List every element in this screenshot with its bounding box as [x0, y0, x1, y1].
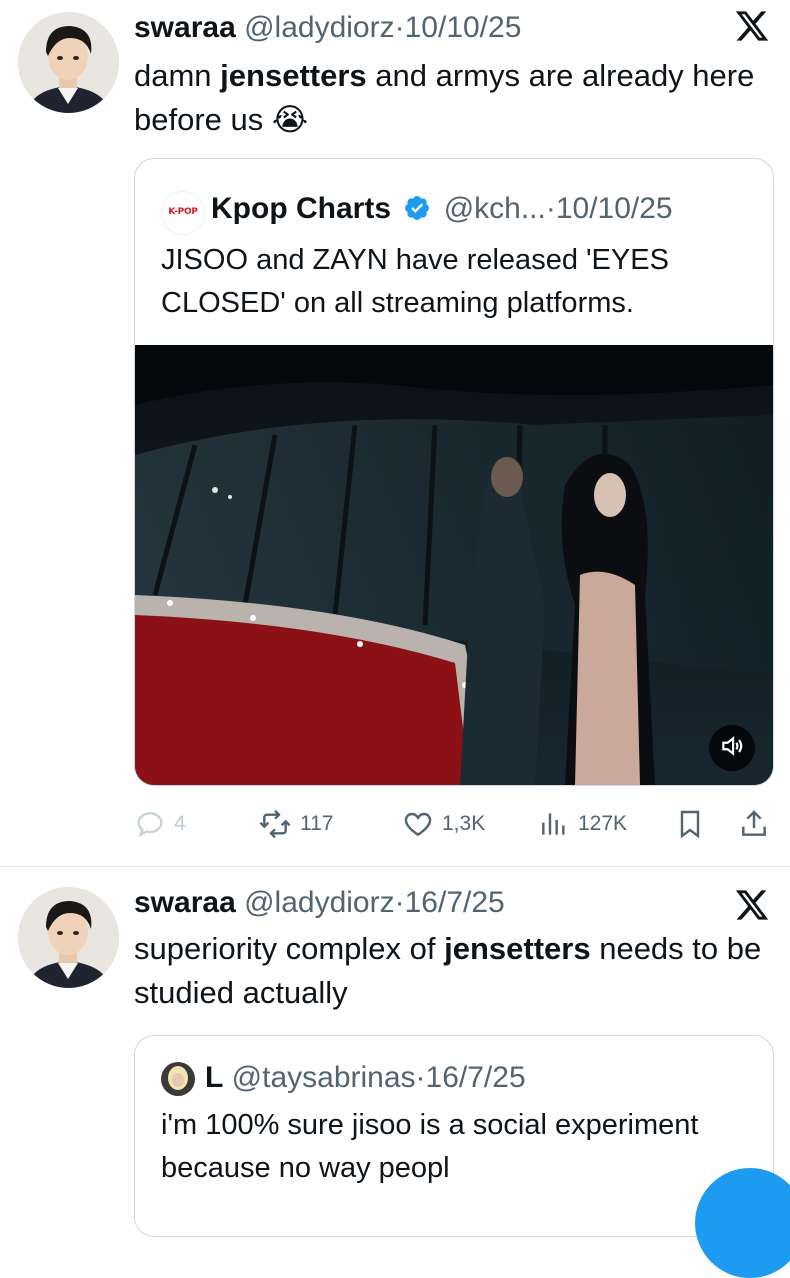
- views-button[interactable]: 127K: [538, 806, 627, 842]
- reply-icon: [134, 808, 166, 840]
- quote-text: i'm 100% sure jisoo is a social experime…: [161, 1109, 699, 1184]
- tweet-text-bold: jensetters: [220, 58, 367, 93]
- author-avatar[interactable]: [18, 12, 119, 113]
- bookmark-icon: [674, 808, 706, 840]
- compose-fab-button[interactable]: [695, 1168, 790, 1278]
- reply-button[interactable]: 4: [134, 806, 186, 842]
- like-icon: [402, 808, 434, 840]
- separator: ·: [545, 192, 556, 225]
- share-button[interactable]: [738, 806, 770, 842]
- tweet-date[interactable]: 16/7/25: [405, 886, 505, 919]
- quote-author-avatar[interactable]: [161, 1062, 195, 1096]
- tweet-header: swaraa @ladydiorz·10/10/25: [134, 8, 521, 48]
- like-button[interactable]: 1,3K: [402, 806, 485, 842]
- crying-emoji: 😭: [271, 102, 309, 137]
- separator: ·: [394, 886, 405, 919]
- tweet[interactable]: swaraa @ladydiorz·16/7/25 superiority co…: [0, 867, 790, 1237]
- quote-author-handle[interactable]: @kch...: [444, 192, 546, 225]
- x-logo-icon: [734, 8, 770, 44]
- bookmark-button[interactable]: [674, 806, 706, 842]
- repost-icon: [258, 808, 292, 840]
- author-handle[interactable]: @ladydiorz: [244, 11, 395, 44]
- quote-video[interactable]: [135, 345, 773, 785]
- volume-button[interactable]: [709, 725, 755, 771]
- quote-header: Kpop Charts @kch...·10/10/25: [211, 189, 673, 229]
- views-icon: [538, 808, 570, 840]
- quote-author-handle[interactable]: @taysabrinas: [232, 1061, 416, 1094]
- quote-author-name[interactable]: L: [205, 1061, 223, 1094]
- separator: ·: [415, 1061, 426, 1094]
- kpop-logo-label: K-POP: [168, 207, 198, 217]
- quote-date[interactable]: 10/10/25: [556, 192, 673, 225]
- tweet-actions: 4 117 1,3K 127K: [134, 806, 774, 842]
- tweet-date[interactable]: 10/10/25: [405, 11, 522, 44]
- verified-badge-icon: [403, 193, 431, 233]
- author-name[interactable]: swaraa: [134, 11, 236, 44]
- author-avatar[interactable]: [18, 887, 119, 988]
- quote-header: L @taysabrinas·16/7/25: [205, 1058, 526, 1098]
- tweet-text: superiority complex of jensetters needs …: [134, 927, 774, 1015]
- tweet-text-bold: jensetters: [444, 931, 591, 966]
- tweet-text-part: superiority complex of: [134, 931, 445, 966]
- repost-count: 117: [300, 812, 334, 835]
- tweet[interactable]: swaraa @ladydiorz·10/10/25 damn jensette…: [0, 0, 790, 867]
- repost-button[interactable]: 117: [258, 806, 333, 842]
- quote-author-name[interactable]: Kpop Charts: [211, 192, 391, 225]
- quoted-tweet[interactable]: K-POP Kpop Charts @kch...·10/10/25 JISOO…: [134, 158, 774, 786]
- quote-date[interactable]: 16/7/25: [426, 1061, 526, 1094]
- views-count: 127K: [578, 812, 628, 835]
- quoted-tweet[interactable]: L @taysabrinas·16/7/25 i'm 100% sure jis…: [134, 1035, 774, 1237]
- separator: ·: [394, 11, 405, 44]
- tweet-text: damn jensetters and armys are already he…: [134, 54, 774, 142]
- video-frame: [135, 345, 773, 785]
- author-handle[interactable]: @ladydiorz: [244, 886, 395, 919]
- x-logo-icon: [734, 887, 770, 923]
- tweet-header: swaraa @ladydiorz·16/7/25: [134, 883, 505, 923]
- like-count: 1,3K: [442, 812, 486, 835]
- reply-count: 4: [174, 812, 186, 835]
- share-icon: [738, 808, 770, 840]
- quote-author-avatar[interactable]: K-POP: [161, 191, 205, 235]
- volume-icon: [719, 733, 745, 764]
- tweet-text-part: damn: [134, 58, 221, 93]
- author-name[interactable]: swaraa: [134, 886, 236, 919]
- quote-text: JISOO and ZAYN have released 'EYES CLOSE…: [161, 244, 669, 319]
